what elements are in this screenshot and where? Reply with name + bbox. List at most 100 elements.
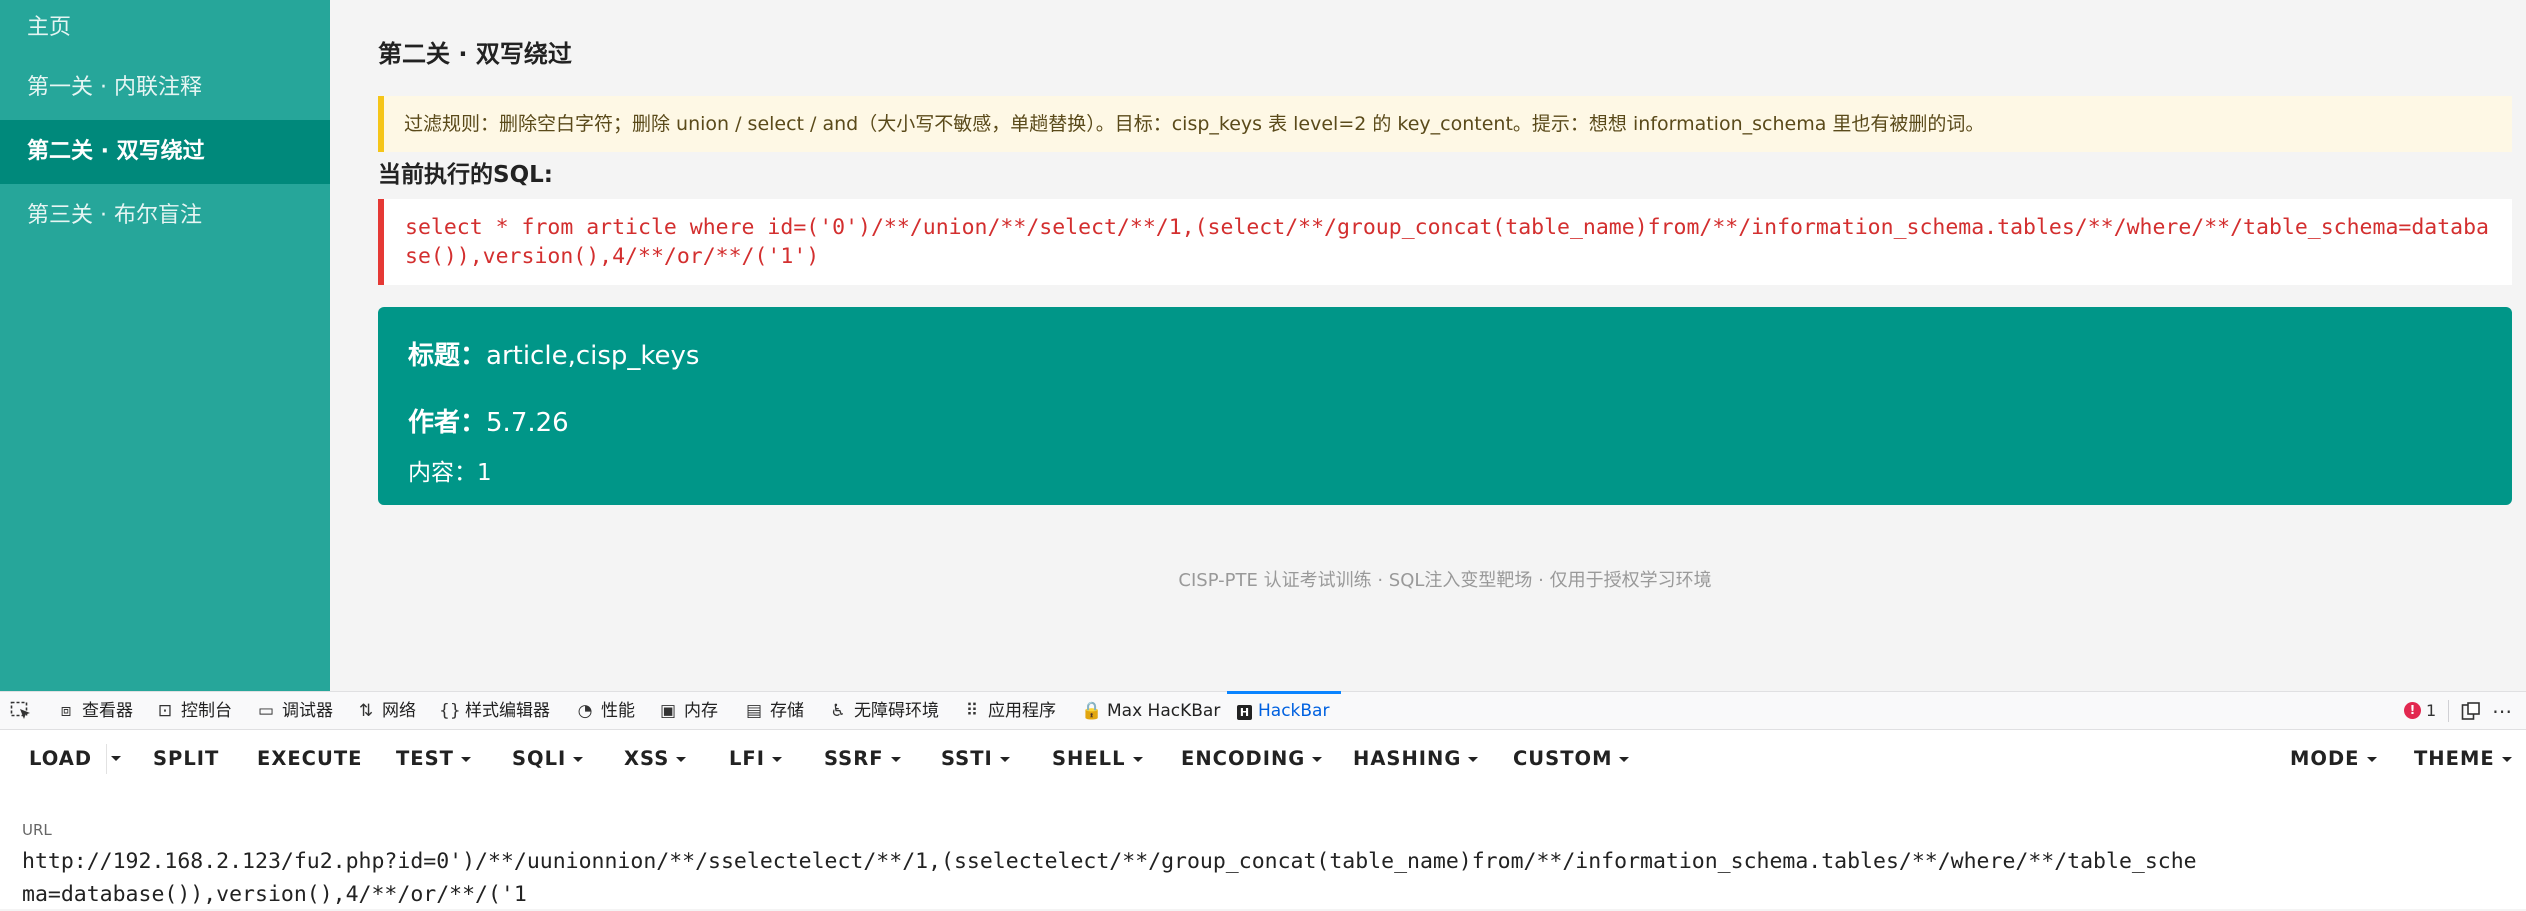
devtools-panel: ⧈ 查看器 ⊡ 控制台 ▭ 调试器 ⇅ 网络 {} 样式编辑器 ◔ 性能 ▣ 内存 ▤ 存储 ♿… — [0, 691, 2526, 909]
theme-menu-label: THEME — [2414, 747, 2495, 770]
element-picker-icon[interactable] — [10, 701, 32, 721]
filter-rule-notice: 过滤规则：删除空白字符；删除 union / select / and（大小写不… — [378, 96, 2512, 152]
execute-button[interactable]: EXECUTE — [257, 730, 362, 788]
chevron-down-icon — [772, 757, 783, 762]
accessibility-icon: ♿ — [830, 701, 846, 721]
devtools-tab-bar: ⧈ 查看器 ⊡ 控制台 ▭ 调试器 ⇅ 网络 {} 样式编辑器 ◔ 性能 ▣ 内存 ▤ 存储 ♿… — [0, 691, 2526, 730]
shell-menu-label: SHELL — [1052, 747, 1126, 770]
sqli-menu-label: SQLI — [512, 747, 567, 770]
tab-network-label: 网络 — [382, 701, 416, 721]
url-input[interactable]: http://192.168.2.123/fu2.php?id=0')/**/u… — [22, 845, 2202, 911]
chevron-down-icon — [999, 757, 1010, 762]
tab-performance-label: 性能 — [601, 701, 635, 721]
hashing-menu-button[interactable]: HASHING — [1353, 730, 1479, 788]
tab-application-label: 应用程序 — [988, 701, 1056, 721]
chevron-down-icon — [2366, 757, 2377, 762]
memory-icon: ▣ — [659, 701, 677, 721]
result-author-value: 5.7.26 — [486, 408, 569, 438]
more-options-icon[interactable]: ⋯ — [2492, 692, 2512, 730]
result-title-value: article,cisp_keys — [486, 341, 700, 371]
mode-menu-button[interactable]: MODE — [2290, 730, 2377, 788]
xss-menu-button[interactable]: XSS — [624, 730, 687, 788]
hackbar-icon: H — [1237, 705, 1252, 720]
custom-menu-button[interactable]: CUSTOM — [1513, 730, 1630, 788]
dock-options-icon[interactable] — [2461, 702, 2481, 721]
tab-storage[interactable]: ▤ 存储 — [744, 692, 804, 730]
inspector-icon: ⧈ — [60, 701, 72, 721]
load-divider — [106, 744, 107, 774]
sqli-menu-button[interactable]: SQLI — [512, 730, 584, 788]
chevron-down-icon — [1619, 757, 1630, 762]
chevron-down-icon — [573, 757, 584, 762]
tab-application[interactable]: ⠿ 应用程序 — [962, 692, 1056, 730]
error-count[interactable]: 1 — [2426, 692, 2436, 730]
ssti-menu-button[interactable]: SSTI — [941, 730, 1010, 788]
chevron-down-icon — [890, 757, 901, 762]
sidebar-item-level1[interactable]: 第一关 · 内联注释 — [0, 56, 330, 120]
chevron-down-icon — [2501, 757, 2512, 762]
sidebar-item-home[interactable]: 主页 — [0, 0, 330, 56]
load-dropdown-button[interactable] — [111, 730, 125, 788]
tab-accessibility[interactable]: ♿ 无障碍环境 — [828, 692, 939, 730]
hackbar-toolbar: LOAD SPLIT EXECUTE TEST SQLI XSS LFI SSR… — [0, 730, 2526, 788]
tab-memory-label: 内存 — [684, 701, 718, 721]
encoding-menu-button[interactable]: ENCODING — [1181, 730, 1323, 788]
page-title: 第二关 · 双写绕过 — [378, 40, 572, 68]
tab-hackbar[interactable]: H HackBar — [1226, 691, 1343, 730]
theme-menu-button[interactable]: THEME — [2414, 730, 2512, 788]
lfi-menu-label: LFI — [729, 747, 766, 770]
result-title-row: 标题：article,cisp_keys — [408, 335, 699, 372]
test-menu-button[interactable]: TEST — [396, 730, 471, 788]
tab-hackbar-label: HackBar — [1258, 701, 1330, 721]
result-content-row: 内容：1 — [408, 453, 492, 487]
network-icon: ⇅ — [358, 701, 374, 721]
tab-memory[interactable]: ▣ 内存 — [658, 692, 718, 730]
ssrf-menu-button[interactable]: SSRF — [824, 730, 901, 788]
split-button[interactable]: SPLIT — [153, 730, 219, 788]
load-button[interactable]: LOAD — [29, 730, 92, 788]
sidebar-item-level2[interactable]: 第二关 · 双写绕过 — [0, 120, 330, 184]
result-title-label: 标题： — [408, 341, 487, 371]
shell-menu-button[interactable]: SHELL — [1052, 730, 1143, 788]
ssti-menu-label: SSTI — [941, 747, 993, 770]
result-card: 标题：article,cisp_keys 作者：5.7.26 内容：1 — [378, 307, 2512, 505]
test-menu-label: TEST — [396, 747, 454, 770]
tab-style-editor-label: 样式编辑器 — [465, 701, 550, 721]
toolbar-divider — [2448, 700, 2449, 722]
style-editor-icon: {} — [439, 701, 461, 721]
hashing-menu-label: HASHING — [1353, 747, 1462, 770]
tab-max-hackbar-label: Max HacKBar — [1107, 701, 1221, 721]
tab-inspector[interactable]: ⧈ 查看器 — [56, 692, 133, 730]
application-icon: ⠿ — [965, 701, 979, 721]
tab-max-hackbar[interactable]: 🔒 Max HacKBar — [1081, 692, 1220, 730]
tab-console[interactable]: ⊡ 控制台 — [155, 692, 232, 730]
sql-heading: 当前执行的SQL: — [378, 162, 553, 188]
tab-inspector-label: 查看器 — [82, 701, 133, 721]
result-content-value: 1 — [477, 460, 492, 486]
tab-style-editor[interactable]: {} 样式编辑器 — [439, 692, 550, 730]
chevron-down-icon — [676, 757, 687, 762]
tab-network[interactable]: ⇅ 网络 — [356, 692, 416, 730]
footer-text: CISP-PTE 认证考试训练 · SQL注入变型靶场 · 仅用于授权学习环境 — [1178, 570, 1712, 591]
tab-performance[interactable]: ◔ 性能 — [575, 692, 635, 730]
custom-menu-label: CUSTOM — [1513, 747, 1613, 770]
error-icon[interactable]: ! — [2404, 702, 2421, 719]
tab-console-label: 控制台 — [181, 701, 232, 721]
chevron-down-icon — [111, 756, 121, 761]
result-author-row: 作者：5.7.26 — [408, 402, 569, 439]
main-content: 第二关 · 双写绕过 过滤规则：删除空白字符；删除 union / select… — [378, 0, 2512, 691]
storage-icon: ▤ — [745, 701, 763, 721]
xss-menu-label: XSS — [624, 747, 670, 770]
mode-menu-label: MODE — [2290, 747, 2360, 770]
chevron-down-icon — [460, 757, 471, 762]
sidebar: 主页 第一关 · 内联注释 第二关 · 双写绕过 第三关 · 布尔盲注 — [0, 0, 330, 691]
url-label: URL — [22, 821, 52, 839]
lfi-menu-button[interactable]: LFI — [729, 730, 783, 788]
tab-debugger-label: 调试器 — [282, 701, 333, 721]
tab-debugger[interactable]: ▭ 调试器 — [256, 692, 333, 730]
result-content-label: 内容： — [408, 460, 477, 486]
sidebar-item-level3[interactable]: 第三关 · 布尔盲注 — [0, 184, 330, 248]
encoding-menu-label: ENCODING — [1181, 747, 1306, 770]
debugger-icon: ▭ — [257, 701, 275, 721]
sql-query-box: select * from article where id=('0')/**/… — [378, 199, 2512, 285]
